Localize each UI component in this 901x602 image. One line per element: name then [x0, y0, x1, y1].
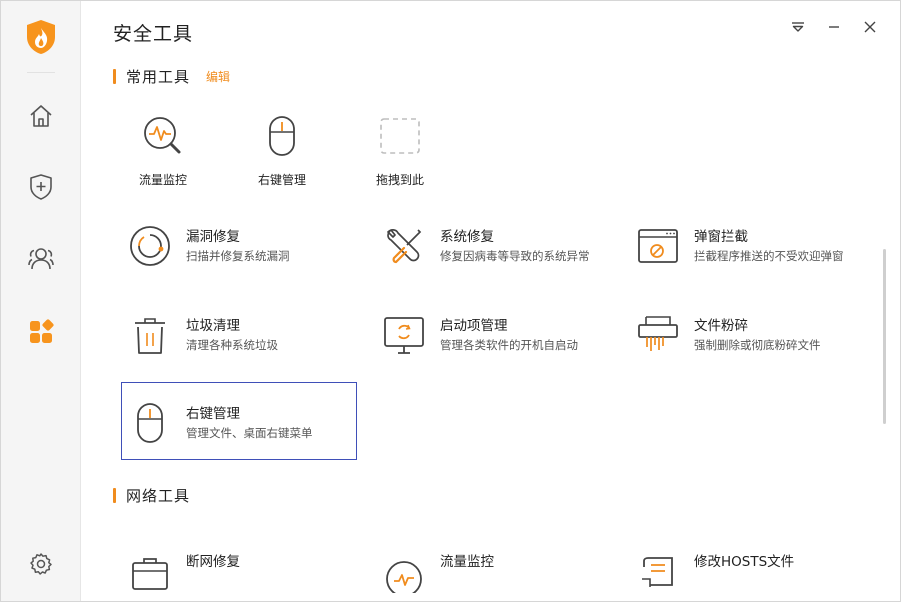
- tool-card-popup-block[interactable]: 弹窗拦截 拦截程序推送的不受欢迎弹窗: [630, 206, 866, 284]
- mouse-icon: [260, 114, 304, 158]
- tool-card-junk-clean[interactable]: 垃圾清理 清理各种系统垃圾: [122, 295, 358, 373]
- tool-title: 文件粉碎: [694, 318, 748, 334]
- tool-description: 强制删除或彻底粉碎文件: [694, 338, 821, 352]
- settings-button[interactable]: [25, 550, 57, 582]
- sidebar: [1, 1, 81, 601]
- mouse-icon: [128, 401, 172, 445]
- tool-card-right-click-manager[interactable]: 右键管理 管理文件、桌面右键菜单: [121, 382, 357, 460]
- quick-tool-right-click[interactable]: 右键管理: [232, 114, 332, 194]
- quick-tool-label: 右键管理: [257, 173, 306, 187]
- tool-card-system-repair[interactable]: 系统修复 修复因病毒等导致的系统异常: [376, 206, 612, 284]
- network-repair-icon: [128, 549, 172, 593]
- traffic-gauge-icon: [382, 549, 426, 593]
- vulnerability-fix-icon: [128, 224, 172, 268]
- shredder-icon: [636, 313, 680, 357]
- tool-title: 垃圾清理: [186, 318, 240, 334]
- tool-card-traffic-monitor[interactable]: 流量监控: [376, 531, 612, 601]
- startup-monitor-icon: [382, 313, 426, 357]
- close-icon: [863, 19, 877, 38]
- hosts-file-icon: [636, 549, 680, 593]
- tool-title: 流量监控: [440, 554, 494, 570]
- content-scrollbar-thumb[interactable]: [883, 249, 886, 424]
- shield-plus-icon: [28, 173, 54, 205]
- close-button[interactable]: [859, 17, 881, 39]
- minimize-button[interactable]: [823, 17, 845, 39]
- quick-tool-traffic-monitor[interactable]: 流量监控: [113, 114, 213, 194]
- tool-title: 断网修复: [186, 554, 240, 570]
- quick-tool-label: 拖拽到此: [375, 173, 424, 187]
- popup-block-icon: [636, 224, 680, 268]
- section-title: 常用工具: [126, 67, 191, 86]
- tool-description: 扫描并修复系统漏洞: [186, 249, 290, 263]
- tool-title: 右键管理: [186, 406, 240, 422]
- tool-title: 漏洞修复: [186, 229, 240, 245]
- tool-title: 修改HOSTS文件: [694, 554, 795, 570]
- tool-title: 启动项管理: [440, 318, 508, 334]
- sidebar-item-users[interactable]: [25, 245, 57, 277]
- sidebar-item-protection[interactable]: [25, 173, 57, 205]
- quick-tool-drop-slot[interactable]: 拖拽到此: [350, 114, 450, 194]
- users-icon: [27, 246, 55, 276]
- app-logo-icon: [25, 19, 57, 55]
- section-common-tools: 常用工具 编辑: [113, 66, 230, 86]
- trash-icon: [128, 313, 172, 357]
- sidebar-item-home[interactable]: [25, 102, 57, 134]
- tool-description: 拦截程序推送的不受欢迎弹窗: [694, 249, 844, 263]
- tool-card-edit-hosts[interactable]: 修改HOSTS文件: [630, 531, 866, 601]
- section-accent-bar: [113, 487, 116, 503]
- home-icon: [28, 103, 54, 133]
- sidebar-divider: [27, 72, 55, 73]
- quick-tool-label: 流量监控: [138, 173, 187, 187]
- section-accent-bar: [113, 68, 116, 84]
- menu-dropdown-button[interactable]: [787, 17, 809, 39]
- edit-link[interactable]: 编辑: [206, 68, 230, 85]
- sidebar-item-tools[interactable]: [25, 318, 57, 350]
- tool-description: 修复因病毒等导致的系统异常: [440, 249, 590, 263]
- tool-description: 清理各种系统垃圾: [186, 338, 278, 352]
- tool-card-vulnerability-fix[interactable]: 漏洞修复 扫描并修复系统漏洞: [122, 206, 358, 284]
- menu-dropdown-icon: [790, 19, 806, 38]
- minimize-icon: [827, 19, 841, 38]
- wrench-screwdriver-icon: [382, 224, 426, 268]
- traffic-monitor-icon: [141, 114, 185, 158]
- app-window: 安全工具 常用工具 编辑 流量监控 右键管理 拖拽到此 漏洞修复 扫描并修复系统…: [0, 0, 901, 602]
- gear-icon: [29, 552, 53, 580]
- tool-description: 管理各类软件的开机自启动: [440, 338, 578, 352]
- tool-card-startup-manager[interactable]: 启动项管理 管理各类软件的开机自启动: [376, 295, 612, 373]
- tool-description: 管理文件、桌面右键菜单: [186, 426, 313, 440]
- page-title: 安全工具: [113, 23, 194, 45]
- apps-icon: [28, 319, 54, 349]
- dashed-placeholder-icon: [378, 114, 422, 158]
- tool-card-file-shredder[interactable]: 文件粉碎 强制删除或彻底粉碎文件: [630, 295, 866, 373]
- tool-title: 系统修复: [440, 229, 494, 245]
- section-title: 网络工具: [126, 486, 191, 505]
- tool-title: 弹窗拦截: [694, 229, 748, 245]
- tool-card-network-repair[interactable]: 断网修复: [122, 531, 358, 601]
- section-network-tools: 网络工具: [113, 485, 190, 505]
